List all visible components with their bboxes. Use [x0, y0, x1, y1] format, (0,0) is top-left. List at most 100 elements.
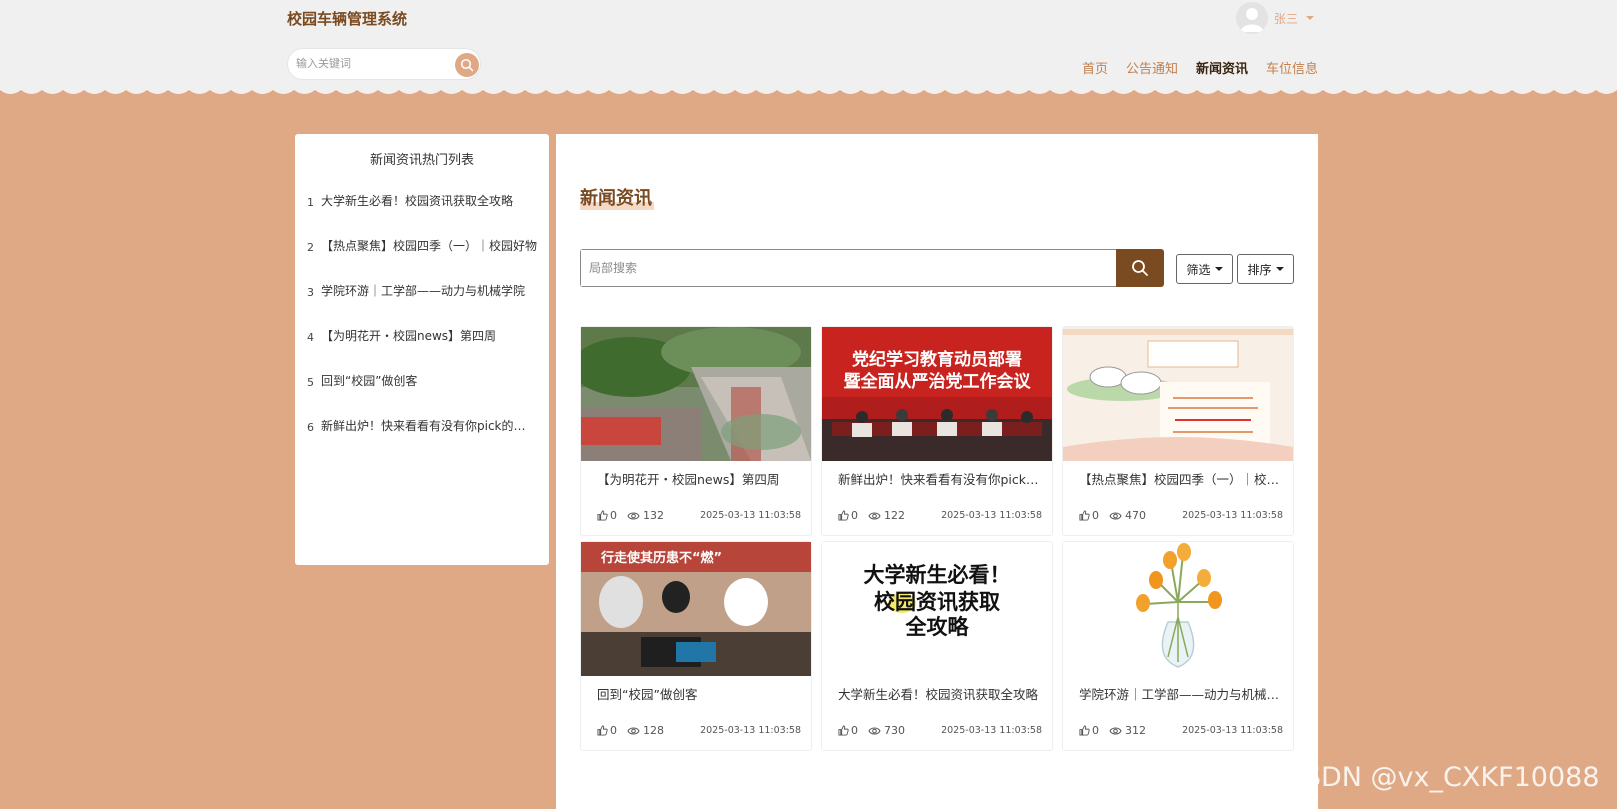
nav-home[interactable]: 首页: [1082, 58, 1108, 77]
news-card-meta: 0 730 2025-03-13 11:03:58: [838, 724, 1048, 738]
like-count[interactable]: 0: [1079, 724, 1099, 737]
news-image-geese: [1063, 327, 1293, 461]
news-card[interactable]: 大学新生必看！ 校园资讯获取 全攻略 大学新生必看！校园资讯获取全攻略 0 73…: [821, 541, 1053, 751]
view-count: 730: [868, 724, 905, 737]
eye-icon: [1109, 512, 1122, 519]
sort-dropdown-button[interactable]: 排序: [1237, 254, 1294, 284]
filter-label: 筛选: [1186, 262, 1211, 277]
avatar: [1236, 2, 1268, 34]
user-name: 张三: [1274, 11, 1299, 26]
local-search-button[interactable]: [1116, 249, 1164, 287]
like-count[interactable]: 0: [597, 509, 617, 522]
like-count[interactable]: 0: [838, 509, 858, 522]
hot-news-title: 新闻资讯热门列表: [369, 153, 474, 168]
main-nav: 首页 公告通知 新闻资讯 车位信息: [1082, 58, 1318, 77]
hot-news-item[interactable]: 3 学院环游｜工学部——动力与机械学院: [295, 268, 549, 313]
thumbs-up-icon: [1079, 725, 1090, 736]
news-card-title: 大学新生必看！校园资讯获取全攻略: [838, 687, 1039, 702]
search-icon: [1132, 260, 1148, 276]
hot-news-panel: 新闻资讯热门列表 1 大学新生必看！校园资讯获取全攻略 2 【热点聚焦】校园四季（一…: [295, 134, 549, 565]
hot-news-rank: 2: [307, 241, 314, 254]
thumbs-up-icon: [597, 510, 608, 521]
thumbs-up-icon: [838, 510, 849, 521]
hot-news-rank: 1: [307, 196, 314, 209]
news-card-meta: 0 312 2025-03-13 11:03:58: [1079, 724, 1289, 738]
chevron-down-icon: [1306, 16, 1315, 20]
news-image-tulips: [1063, 542, 1293, 676]
news-card-meta: 0 470 2025-03-13 11:03:58: [1079, 509, 1289, 523]
hot-news-item[interactable]: 4 【为明花开・校园news】第四周: [295, 313, 549, 358]
hot-news-list: 1 大学新生必看！校园资讯获取全攻略 2 【热点聚焦】校园四季（一）｜校园好物 3学…: [295, 178, 549, 448]
view-count: 122: [868, 509, 905, 522]
eye-icon: [627, 512, 640, 519]
svg-text:校园资讯获取: 校园资讯获取: [874, 590, 1000, 614]
news-card-title: 【为明花开・校园news】第四周: [597, 472, 780, 487]
filter-dropdown-button[interactable]: 筛选: [1176, 254, 1233, 284]
nav-announcements[interactable]: 公告通知: [1126, 58, 1178, 77]
hot-news-item[interactable]: 1 大学新生必看！校园资讯获取全攻略: [295, 178, 549, 223]
nav-news[interactable]: 新闻资讯: [1196, 58, 1248, 77]
hot-news-rank: 4: [307, 331, 314, 344]
local-search-input[interactable]: [581, 250, 1118, 286]
view-count: 132: [627, 509, 664, 522]
header-search-button[interactable]: [455, 53, 479, 77]
local-search: [580, 249, 1118, 287]
eye-icon: [627, 727, 640, 734]
news-image-maker: 行走使其历患不“燃”: [581, 542, 811, 676]
header: 校园车辆管理系统 张三 首页 公告通知 新闻资讯 车位信息: [0, 0, 1617, 90]
news-card[interactable]: 学院环游｜工学部——动力与机械学院 0 312 2025-03-13 11:03…: [1062, 541, 1294, 751]
news-image-freshmen-guide: 大学新生必看！ 校园资讯获取 全攻略: [822, 542, 1052, 676]
news-card-title: 回到“校园”做创客: [597, 687, 698, 702]
svg-text:行走使其历患不“燃”: 行走使其历患不“燃”: [600, 550, 722, 566]
like-count[interactable]: 0: [838, 724, 858, 737]
news-card[interactable]: 党纪学习教育动员部署 暨全面从严治党工作会议 新鲜出炉！快来看看有没有你pick…: [821, 326, 1053, 536]
news-card-date: 2025-03-13 11:03:58: [941, 510, 1042, 521]
news-card-meta: 0 132 2025-03-13 11:03:58: [597, 509, 807, 523]
news-card[interactable]: 【为明花开・校园news】第四周 0 132 2025-03-13 11:03:…: [580, 326, 812, 536]
svg-text:全攻略: 全攻略: [905, 615, 970, 639]
like-count[interactable]: 0: [1079, 509, 1099, 522]
caret-down-icon: [1214, 267, 1223, 271]
news-card-date: 2025-03-13 11:03:58: [700, 725, 801, 736]
hot-news-item[interactable]: 2 【热点聚焦】校园四季（一）｜校园好物: [295, 223, 549, 268]
eye-icon: [868, 512, 881, 519]
header-search-input[interactable]: [296, 57, 446, 70]
news-card[interactable]: 行走使其历患不“燃” 回到“校园”做创客 0 128 2025-03-13 11…: [580, 541, 812, 751]
hot-news-item[interactable]: 6 新鲜出炉！快来看看有没有你pick的校园: [295, 403, 549, 448]
hot-news-text: 大学新生必看！校园资讯获取全攻略: [321, 194, 514, 208]
hot-news-text: 回到“校园”做创客: [321, 374, 418, 388]
hot-news-text: 新鲜出炉！快来看看有没有你pick的校园: [321, 419, 537, 433]
news-card-date: 2025-03-13 11:03:58: [1182, 510, 1283, 521]
news-card-title: 【热点聚焦】校园四季（一）｜校园好物: [1079, 472, 1284, 487]
news-card[interactable]: 【热点聚焦】校园四季（一）｜校园好物 0 470 2025-03-13 11:0…: [1062, 326, 1294, 536]
view-count: 312: [1109, 724, 1146, 737]
news-card-date: 2025-03-13 11:03:58: [941, 725, 1042, 736]
news-card-date: 2025-03-13 11:03:58: [700, 510, 801, 521]
news-card-title: 学院环游｜工学部——动力与机械学院: [1079, 687, 1284, 702]
user-menu[interactable]: 张三: [1236, 2, 1315, 34]
header-search: [287, 48, 481, 80]
view-count: 470: [1109, 509, 1146, 522]
hot-news-text: 【为明花开・校园news】第四周: [321, 329, 497, 343]
page-title: 新闻资讯: [580, 188, 652, 209]
nav-parking[interactable]: 车位信息: [1266, 58, 1318, 77]
news-card-meta: 0 128 2025-03-13 11:03:58: [597, 724, 807, 738]
hot-news-rank: 6: [307, 421, 314, 434]
hot-news-rank: 3: [307, 286, 314, 299]
hot-news-rank: 5: [307, 376, 314, 389]
thumbs-up-icon: [1079, 510, 1090, 521]
site-title: 校园车辆管理系统: [287, 10, 408, 28]
hot-news-text: 【热点聚焦】校园四季（一）｜校园好物: [321, 239, 537, 253]
view-count: 128: [627, 724, 664, 737]
hot-news-item[interactable]: 5 回到“校园”做创客: [295, 358, 549, 403]
watermark: CSDN @vx_CXKF10088: [1285, 762, 1600, 793]
thumbs-up-icon: [597, 725, 608, 736]
like-count[interactable]: 0: [597, 724, 617, 737]
news-card-title: 新鲜出炉！快来看看有没有你pick的校园: [838, 472, 1043, 487]
thumbs-up-icon: [838, 725, 849, 736]
sort-label: 排序: [1247, 262, 1272, 277]
news-image-meeting: 党纪学习教育动员部署 暨全面从严治党工作会议: [822, 327, 1052, 461]
eye-icon: [1109, 727, 1122, 734]
caret-down-icon: [1275, 267, 1284, 271]
user-icon: [1240, 8, 1264, 32]
